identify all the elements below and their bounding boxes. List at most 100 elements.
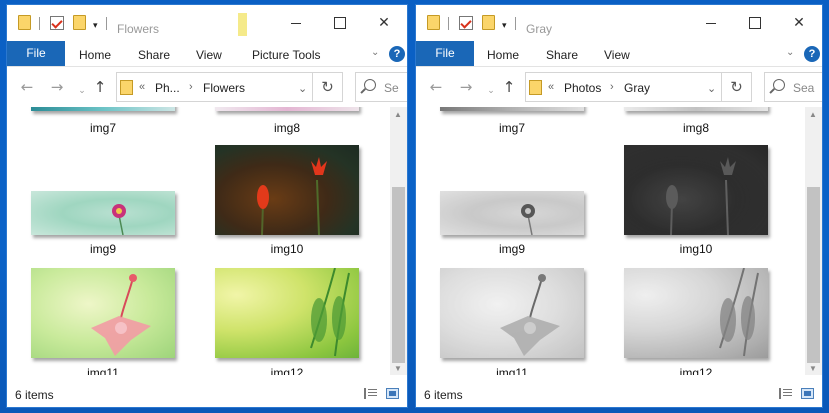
address-bar[interactable]: « Photos › Gray ⌄ (525, 72, 722, 102)
address-overflow[interactable]: « (139, 81, 145, 93)
scroll-down-icon[interactable]: ▼ (394, 365, 402, 373)
thumbnail-img9[interactable] (440, 191, 584, 235)
breadcrumb-segment[interactable]: Gray (624, 81, 650, 95)
expand-ribbon-icon[interactable]: ⌄ (786, 48, 796, 58)
help-icon[interactable]: ? (804, 46, 820, 62)
scroll-down-icon[interactable]: ▼ (809, 365, 817, 373)
separator (39, 17, 40, 30)
new-folder-icon[interactable] (482, 15, 495, 30)
minimize-icon[interactable] (704, 16, 718, 30)
file-name[interactable]: img11 (53, 366, 153, 375)
search-input[interactable]: Se (355, 72, 407, 102)
tab-file[interactable]: File (416, 41, 474, 66)
search-placeholder: Sea (793, 81, 815, 95)
help-icon[interactable]: ? (389, 46, 405, 62)
back-icon[interactable]: ← (20, 79, 34, 95)
details-view-icon[interactable] (364, 388, 377, 399)
new-folder-icon[interactable] (73, 15, 86, 30)
file-name[interactable]: img9 (53, 242, 153, 256)
status-bar: 6 items (7, 377, 407, 407)
forward-icon[interactable]: → (459, 79, 473, 95)
maximize-icon[interactable] (333, 16, 347, 30)
minimize-icon[interactable] (289, 16, 303, 30)
thumbnail-img12[interactable] (215, 268, 359, 358)
file-name[interactable]: img7 (53, 121, 153, 135)
refresh-icon[interactable]: ↻ (722, 72, 752, 102)
folder-icon (427, 15, 440, 30)
properties-icon[interactable] (50, 16, 64, 30)
thumbnail-img10[interactable] (624, 145, 768, 235)
thumbnail-img11[interactable] (440, 268, 584, 358)
file-name[interactable]: img12 (237, 366, 337, 375)
title-bar: ▾ Flowers ✕ (7, 5, 407, 40)
window-title: Flowers (117, 22, 160, 36)
scrollbar-thumb[interactable] (392, 187, 405, 363)
tab-home[interactable]: Home (487, 45, 519, 65)
file-name[interactable]: img8 (237, 121, 337, 135)
search-input[interactable]: Sea (764, 72, 822, 102)
customize-quick-access-icon[interactable]: ▾ (502, 21, 510, 30)
expand-ribbon-icon[interactable]: ⌄ (371, 48, 381, 58)
tab-view[interactable]: View (604, 45, 630, 65)
address-dropdown-icon[interactable]: ⌄ (707, 82, 716, 95)
tab-view[interactable]: View (196, 45, 222, 65)
folder-icon (18, 15, 31, 30)
breadcrumb-segment[interactable]: Photos (564, 81, 601, 95)
explorer-window-flowers: ▾ Flowers ✕ File Home Share View Picture… (6, 4, 408, 408)
thumbnail-img11[interactable] (31, 268, 175, 358)
tab-share[interactable]: Share (546, 45, 578, 65)
title-bar: ▾ Gray ✕ (416, 5, 822, 40)
thumbnail-img8[interactable] (215, 107, 359, 111)
tab-file[interactable]: File (7, 41, 65, 66)
tab-home[interactable]: Home (79, 45, 111, 65)
large-icons-view-icon[interactable] (386, 388, 399, 399)
address-bar[interactable]: « Ph... › Flowers ⌄ (116, 72, 313, 102)
back-icon[interactable]: ← (429, 79, 443, 95)
search-icon (364, 79, 376, 91)
breadcrumb-segment[interactable]: Flowers (203, 81, 245, 95)
file-name[interactable]: img10 (646, 242, 746, 256)
recent-locations-icon[interactable]: ⌄ (487, 83, 495, 99)
thumbnail-img8[interactable] (624, 107, 768, 111)
vertical-scrollbar[interactable]: ▲ ▼ (805, 107, 822, 375)
navigation-bar: ← → ⌄ ↑ « Ph... › Flowers ⌄ ↻ Se (7, 66, 407, 106)
thumbnail-img7[interactable] (31, 107, 175, 111)
breadcrumb-segment[interactable]: Ph... (155, 81, 180, 95)
thumbnail-img7[interactable] (440, 107, 584, 111)
close-icon[interactable]: ✕ (792, 16, 806, 30)
thumbnail-img10[interactable] (215, 145, 359, 235)
properties-icon[interactable] (459, 16, 473, 30)
up-icon[interactable]: ↑ (93, 79, 107, 95)
chevron-right-icon[interactable]: › (189, 81, 193, 93)
file-name[interactable]: img10 (237, 242, 337, 256)
close-icon[interactable]: ✕ (377, 16, 391, 30)
refresh-icon[interactable]: ↻ (313, 72, 343, 102)
scrollbar-thumb[interactable] (807, 187, 820, 363)
folder-icon (529, 80, 542, 95)
recent-locations-icon[interactable]: ⌄ (78, 83, 86, 99)
file-name[interactable]: img8 (646, 121, 746, 135)
thumbnail-img12[interactable] (624, 268, 768, 358)
customize-quick-access-icon[interactable]: ▾ (93, 21, 101, 30)
scroll-up-icon[interactable]: ▲ (394, 111, 402, 119)
tab-share[interactable]: Share (138, 45, 170, 65)
maximize-icon[interactable] (748, 16, 762, 30)
file-name[interactable]: img11 (462, 366, 562, 375)
large-icons-view-icon[interactable] (801, 388, 814, 399)
vertical-scrollbar[interactable]: ▲ ▼ (390, 107, 407, 375)
thumbnail-img9[interactable] (31, 191, 175, 235)
tab-picture-tools[interactable]: Picture Tools (252, 45, 320, 65)
fuchsia-image (91, 274, 151, 356)
forward-icon[interactable]: → (50, 79, 64, 95)
file-name[interactable]: img12 (646, 366, 746, 375)
navigation-bar: ← → ⌄ ↑ « Photos › Gray ⌄ ↻ Sea (416, 66, 822, 106)
address-dropdown-icon[interactable]: ⌄ (298, 82, 307, 95)
address-overflow[interactable]: « (548, 81, 554, 93)
scroll-up-icon[interactable]: ▲ (809, 111, 817, 119)
up-icon[interactable]: ↑ (502, 79, 516, 95)
file-name[interactable]: img7 (462, 121, 562, 135)
chevron-right-icon[interactable]: › (610, 81, 614, 93)
details-view-icon[interactable] (779, 388, 792, 399)
window-title: Gray (526, 22, 553, 36)
file-name[interactable]: img9 (462, 242, 562, 256)
